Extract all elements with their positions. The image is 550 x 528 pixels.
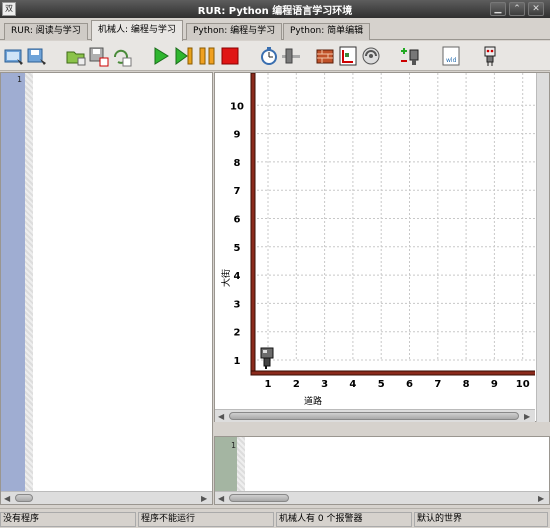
- output-pane[interactable]: 1 ◀ ▶: [214, 436, 550, 505]
- x-tick-label: 5: [378, 379, 385, 390]
- scroll-left-icon[interactable]: ◀: [218, 494, 224, 503]
- close-button[interactable]: ✕: [528, 2, 544, 16]
- y-tick-label: 6: [234, 215, 241, 226]
- pane-splitter[interactable]: [214, 422, 550, 436]
- robot-icon[interactable]: [479, 45, 501, 67]
- tab-rur-read[interactable]: RUR: 阅读与学习: [4, 23, 88, 40]
- window-title: RUR: Python 编程语言学习环境: [197, 6, 353, 17]
- x-tick-label: 7: [434, 379, 441, 390]
- x-tick-label: 9: [491, 379, 498, 390]
- speed-clock-icon[interactable]: [258, 45, 280, 67]
- x-tick-label: 8: [463, 379, 470, 390]
- y-tick-label: 3: [234, 299, 241, 310]
- x-tick-label: 10: [516, 379, 530, 390]
- y-tick-label: 7: [234, 186, 241, 197]
- world-canvas: 1 2 3 4 5 6 7 8 9 10 1 2 3 4 5 6 7 8 9 10 道路 大街: [220, 73, 535, 407]
- tab-python-program[interactable]: Python: 编程与学习: [186, 23, 283, 40]
- x-tick-label: 1: [265, 379, 272, 390]
- title-bar: 双 RUR: Python 编程语言学习环境 ▁ ⌃ ✕: [0, 0, 550, 18]
- world-file-icon[interactable]: wld: [440, 45, 462, 67]
- maximize-button[interactable]: ⌃: [509, 2, 525, 16]
- output-line-number: 1: [231, 441, 237, 450]
- beepers-icon[interactable]: [360, 45, 382, 67]
- edit-walls-icon[interactable]: [314, 45, 336, 67]
- world-vertical-scrollbar[interactable]: [536, 73, 549, 423]
- scroll-right-icon[interactable]: ▶: [524, 412, 530, 421]
- tab-robot-program[interactable]: 机械人: 编程与学习: [91, 20, 183, 41]
- resize-world-icon[interactable]: [337, 45, 359, 67]
- scroll-right-icon[interactable]: ▶: [538, 494, 544, 503]
- run-icon[interactable]: [150, 45, 172, 67]
- save-world-icon[interactable]: [26, 45, 48, 67]
- y-tick-label: 1: [234, 356, 241, 367]
- stop-icon[interactable]: [219, 45, 241, 67]
- y-axis-label: 大街: [220, 269, 232, 287]
- open-program-icon[interactable]: [65, 45, 87, 67]
- x-tick-label: 2: [293, 379, 300, 390]
- y-tick-label: 2: [234, 328, 241, 339]
- west-wall: [250, 73, 256, 376]
- output-fold-margin: [237, 437, 245, 492]
- editor-line-gutter: 1: [1, 73, 25, 492]
- toolbar: wld: [0, 41, 550, 71]
- tab-bar: RUR: 阅读与学习 机械人: 编程与学习 Python: 编程与学习 Pyth…: [0, 20, 550, 41]
- svg-text:wld: wld: [446, 57, 457, 64]
- minimize-button[interactable]: ▁: [490, 2, 506, 16]
- tab-python-editor[interactable]: Python: 简单编辑: [283, 23, 371, 40]
- y-tick-label: 9: [234, 130, 241, 141]
- save-program-icon[interactable]: [88, 45, 110, 67]
- reload-icon[interactable]: [111, 45, 133, 67]
- editor-fold-margin: [25, 73, 33, 492]
- robot-world-view[interactable]: 1 2 3 4 5 6 7 8 9 10 1 2 3 4 5 6 7 8 9 10 道路 大街 ◀ ▶: [214, 72, 550, 423]
- scroll-left-icon[interactable]: ◀: [4, 494, 10, 503]
- status-program: 没有程序: [0, 512, 136, 527]
- app-window: 双 RUR: Python 编程语言学习环境 ▁ ⌃ ✕ RUR: 阅读与学习 …: [0, 0, 550, 528]
- x-tick-label: 6: [406, 379, 413, 390]
- speed-slider-icon[interactable]: [280, 45, 302, 67]
- scroll-thumb[interactable]: [229, 412, 519, 420]
- status-beepers: 机械人有 0 个报警器: [276, 512, 412, 527]
- open-world-icon[interactable]: [3, 45, 25, 67]
- status-bar: 没有程序 程序不能运行 机械人有 0 个报警器 默认的世界: [0, 508, 550, 528]
- status-run-state: 程序不能运行: [138, 512, 274, 527]
- scroll-left-icon[interactable]: ◀: [218, 412, 224, 421]
- robot-beepers-icon[interactable]: [399, 45, 421, 67]
- y-tick-label: 10: [230, 101, 244, 112]
- world-horizontal-scrollbar[interactable]: ◀ ▶: [215, 409, 535, 422]
- editor-horizontal-scrollbar[interactable]: ◀ ▶: [1, 491, 212, 504]
- robot-icon[interactable]: [260, 347, 274, 369]
- x-tick-label: 3: [321, 379, 328, 390]
- y-tick-label: 5: [234, 243, 241, 254]
- editor-line-number: 1: [17, 75, 23, 84]
- y-tick-label: 4: [234, 271, 241, 282]
- x-tick-label: 4: [349, 379, 356, 390]
- pause-icon[interactable]: [196, 45, 218, 67]
- status-world: 默认的世界: [414, 512, 548, 527]
- output-horizontal-scrollbar[interactable]: ◀ ▶: [215, 491, 549, 504]
- scroll-thumb[interactable]: [229, 494, 289, 502]
- scroll-thumb[interactable]: [15, 494, 33, 502]
- x-axis-label: 道路: [304, 395, 322, 407]
- step-icon[interactable]: [173, 45, 195, 67]
- scroll-right-icon[interactable]: ▶: [201, 494, 207, 503]
- code-editor[interactable]: 1 ◀ ▶: [0, 72, 213, 505]
- output-line-gutter: 1: [215, 437, 237, 492]
- south-wall: [250, 370, 535, 376]
- y-tick-label: 8: [234, 158, 241, 169]
